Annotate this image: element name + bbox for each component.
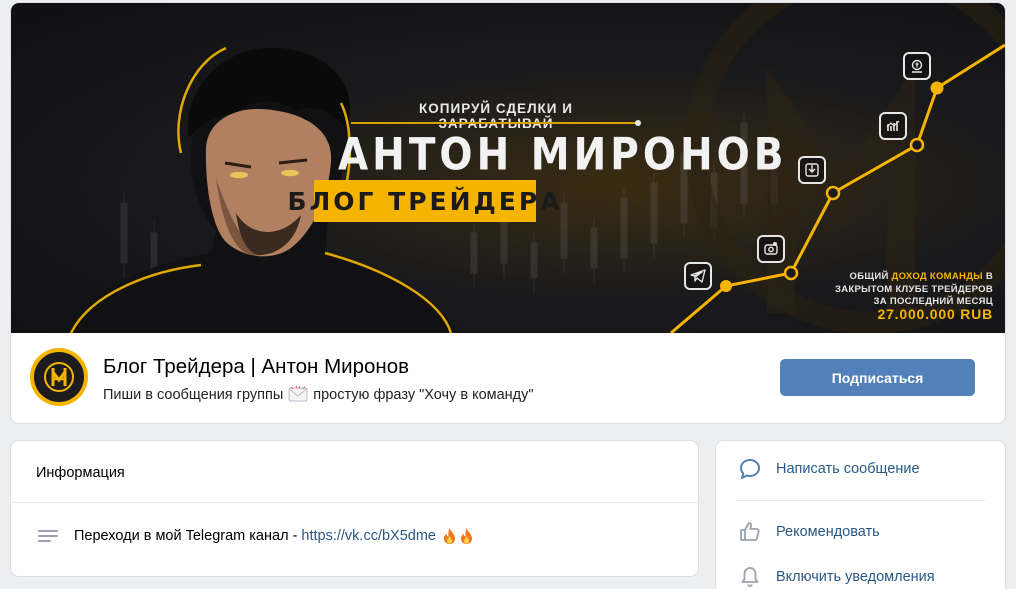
cover-underline <box>351 122 639 124</box>
info-description-row: Переходи в мой Telegram канал - https://… <box>38 527 474 545</box>
growth-chart-icon <box>879 112 907 140</box>
stats-prefix: ОБЩИЙ <box>849 271 892 282</box>
cover-badge-text: БЛОГ ТРЕЙДЕРА <box>287 186 563 216</box>
avatar[interactable] <box>30 348 88 406</box>
info-header: Информация <box>36 465 125 481</box>
avatar-logo-icon <box>44 362 74 392</box>
telegram-icon <box>684 262 712 290</box>
cover-name: АНТОН МИРОНОВ <box>338 129 788 181</box>
chart-card-icon <box>757 235 785 263</box>
recommend-label: Рекомендовать <box>776 524 880 540</box>
write-message-label: Написать сообщение <box>776 461 920 477</box>
cover-underline-dot <box>635 120 641 126</box>
stats-amount: 27.000.000 RUB <box>877 306 993 322</box>
info-card: Информация Переходи в мой Telegram канал… <box>11 441 698 576</box>
status-text-after: простую фразу "Хочу в команду" <box>313 387 534 403</box>
community-header: КОПИРУЙ СДЕЛКИ И ЗАРАБАТЫВАЙ АНТОН МИРОН… <box>11 3 1005 423</box>
status-text-before: Пиши в сообщения группы <box>103 387 284 403</box>
notifications-label: Включить уведомления <box>776 569 935 585</box>
cover-tagline: КОПИРУЙ СДЕЛКИ И ЗАРАБАТЫВАЙ <box>419 101 573 131</box>
thumbs-up-icon <box>740 522 760 541</box>
community-status: Пиши в сообщения группы простую фразу "Х… <box>103 386 534 403</box>
subscribe-button[interactable]: Подписаться <box>780 359 975 396</box>
recommend-action[interactable]: Рекомендовать <box>738 520 880 544</box>
description-lines-icon <box>38 530 58 542</box>
message-bubble-icon <box>740 459 760 479</box>
telegram-link[interactable]: https://vk.cc/bX5dme <box>301 528 436 544</box>
money-icon <box>903 52 931 80</box>
write-message-action[interactable]: Написать сообщение <box>738 457 920 481</box>
cover-badge: БЛОГ ТРЕЙДЕРА <box>287 180 560 222</box>
cover-stats: ОБЩИЙ ДОХОД КОМАНДЫ В ЗАКРЫТОМ КЛУБЕ ТРЕ… <box>825 271 993 309</box>
actions-card: Написать сообщение Рекомендовать Включит… <box>716 441 1005 589</box>
envelope-emoji-icon <box>288 386 308 402</box>
community-info-row: Блог Трейдера | Антон Миронов Пиши в соо… <box>11 333 1005 423</box>
info-divider <box>11 502 698 503</box>
notifications-action[interactable]: Включить уведомления <box>738 565 935 589</box>
community-title: Блог Трейдера | Антон Миронов <box>103 355 410 378</box>
bell-icon <box>741 567 759 587</box>
stats-gold: ДОХОД КОМАНДЫ <box>891 271 983 282</box>
stats-line2: ЗАКРЫТОМ КЛУБЕ ТРЕЙДЕРОВ <box>834 283 993 295</box>
info-description: Переходи в мой Telegram канал - <box>74 528 298 544</box>
actions-divider <box>736 500 985 501</box>
fire-emoji-icon <box>460 528 472 544</box>
cover-image: КОПИРУЙ СДЕЛКИ И ЗАРАБАТЫВАЙ АНТОН МИРОН… <box>11 3 1005 333</box>
fire-emoji-icon <box>443 528 455 544</box>
stats-suffix: В <box>982 271 993 282</box>
download-icon <box>798 156 826 184</box>
